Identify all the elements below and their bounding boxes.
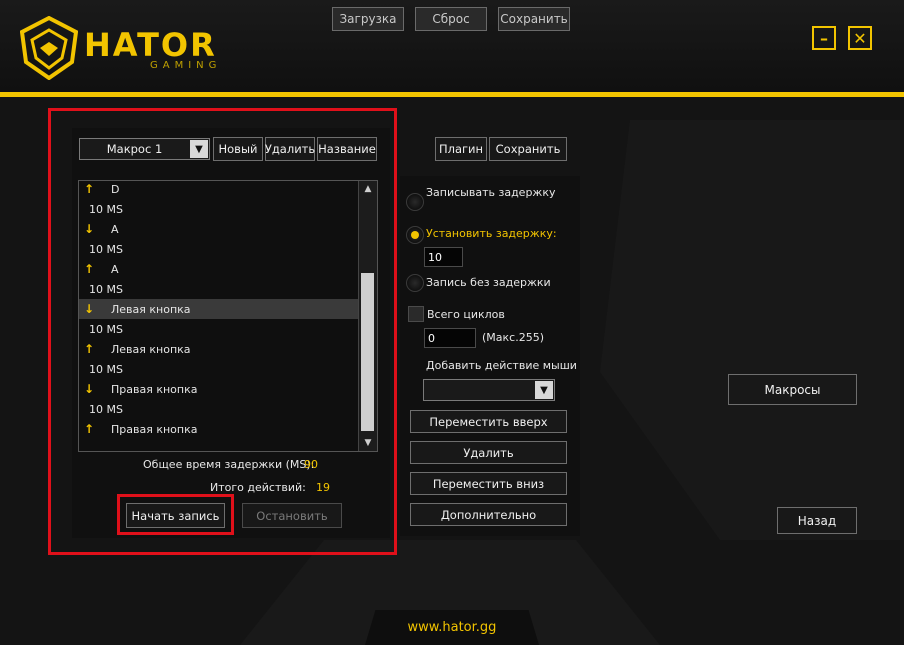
load-button[interactable]: Загрузка	[332, 7, 404, 31]
background-shape	[600, 120, 900, 540]
back-button[interactable]: Назад	[777, 507, 857, 534]
record-delay-label: Записывать задержку	[426, 186, 556, 199]
mouse-action-select[interactable]: ▼	[423, 379, 555, 401]
hator-logo-icon	[20, 16, 78, 80]
highlight-frame	[48, 108, 397, 555]
highlight-frame	[117, 494, 234, 535]
minimize-button[interactable]: –	[812, 26, 836, 50]
brand-name: HATOR	[84, 26, 217, 64]
minimize-icon: –	[820, 28, 828, 48]
advanced-button[interactable]: Дополнительно	[410, 503, 567, 526]
plugin-button[interactable]: Плагин	[435, 137, 487, 161]
close-button[interactable]: ✕	[848, 26, 872, 50]
website-link[interactable]: www.hator.gg	[365, 620, 539, 635]
record-delay-radio[interactable]	[406, 193, 424, 211]
delay-input[interactable]: 10	[424, 247, 463, 267]
cycles-label: Всего циклов	[427, 308, 505, 321]
close-icon: ✕	[853, 28, 867, 48]
no-delay-label: Запись без задержки	[426, 276, 551, 289]
chevron-down-icon: ▼	[535, 381, 553, 399]
no-delay-radio[interactable]	[406, 274, 424, 292]
macros-tab-button[interactable]: Макросы	[728, 374, 857, 405]
move-up-button[interactable]: Переместить вверх	[410, 410, 567, 433]
set-delay-label: Установить задержку:	[426, 227, 557, 240]
cycles-input[interactable]: 0	[424, 328, 476, 348]
set-delay-radio[interactable]	[406, 226, 424, 244]
cycles-checkbox[interactable]	[408, 306, 424, 322]
cycles-max-label: (Макс.255)	[482, 331, 544, 344]
save-profile-button[interactable]: Сохранить	[498, 7, 570, 31]
accent-line	[0, 92, 904, 97]
save-macro-button[interactable]: Сохранить	[489, 137, 567, 161]
mouse-action-value	[424, 380, 534, 400]
delete-event-button[interactable]: Удалить	[410, 441, 567, 464]
mouse-action-label: Добавить действие мыши	[426, 359, 577, 372]
reset-button[interactable]: Сброс	[415, 7, 487, 31]
move-down-button[interactable]: Переместить вниз	[410, 472, 567, 495]
brand-subtitle: GAMING	[150, 60, 222, 71]
